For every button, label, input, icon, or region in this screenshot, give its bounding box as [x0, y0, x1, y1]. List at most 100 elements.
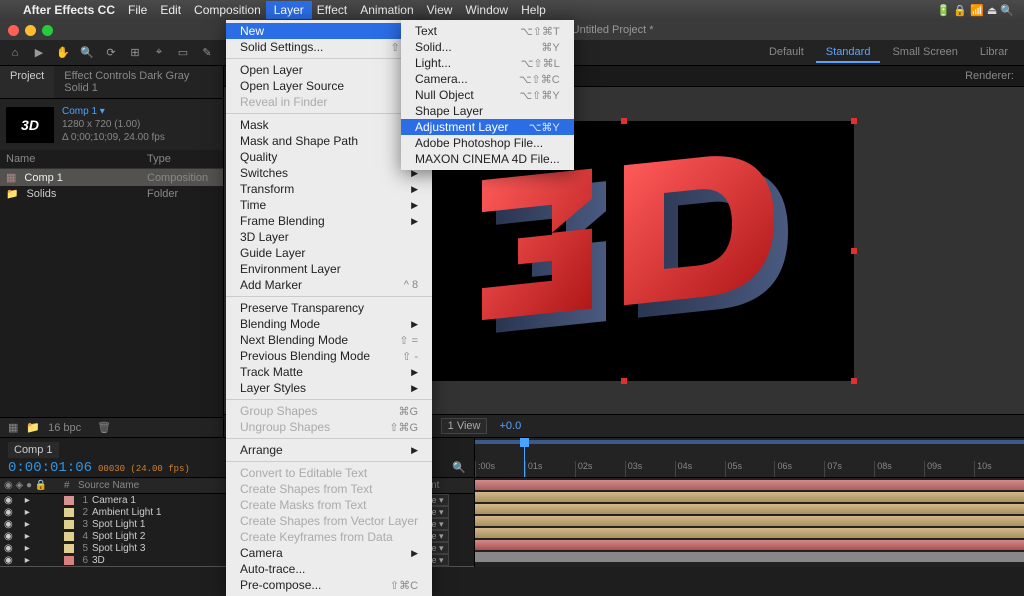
time-ruler[interactable]: :00s01s02s03s04s05s06s07s08s09s10s — [475, 438, 1024, 477]
menu-edit[interactable]: Edit — [160, 3, 181, 17]
comp-thumbnail: 3D — [6, 107, 54, 143]
menu-item[interactable]: Layer Styles▶ — [226, 380, 432, 396]
menu-item[interactable]: Preserve Transparency — [226, 300, 432, 316]
anchor-tool-icon[interactable]: ⌖ — [150, 44, 168, 62]
menu-window[interactable]: Window — [465, 3, 508, 17]
menu-item: Group Shapes⌘G — [226, 403, 432, 419]
menu-item[interactable]: Camera...⌥⇧⌘C — [401, 71, 574, 87]
menu-item: Create Keyframes from Data — [226, 529, 432, 545]
menu-item: Convert to Editable Text — [226, 465, 432, 481]
menu-item[interactable]: Blending Mode▶ — [226, 316, 432, 332]
menu-item[interactable]: Null Object⌥⇧⌘Y — [401, 87, 574, 103]
new-comp-icon[interactable]: ▦ — [8, 421, 18, 434]
comp-name[interactable]: Comp 1 ▾ — [62, 105, 165, 118]
mac-menubar: After Effects CC File Edit Composition L… — [0, 0, 1024, 20]
selection-handle[interactable] — [851, 248, 857, 254]
menu-composition[interactable]: Composition — [194, 3, 261, 17]
comp-duration: Δ 0;00;10;09, 24.00 fps — [62, 131, 165, 144]
menu-item[interactable]: Light...⌥⇧⌘L — [401, 55, 574, 71]
project-item[interactable]: Comp 1Composition — [0, 169, 223, 186]
layer-bar[interactable] — [475, 504, 1024, 514]
menu-layer[interactable]: Layer — [266, 1, 312, 19]
search-icon[interactable]: 🔍 — [452, 461, 466, 474]
project-item[interactable]: SolidsFolder — [0, 186, 223, 202]
workspace-tabs: Default Standard Small Screen Librar — [759, 43, 1018, 63]
menu-item: Ungroup Shapes⇧⌘G — [226, 419, 432, 435]
layer-bar[interactable] — [475, 492, 1024, 502]
menu-item[interactable]: Time▶ — [226, 197, 432, 213]
menu-item[interactable]: Arrange▶ — [226, 442, 432, 458]
menu-animation[interactable]: Animation — [360, 3, 413, 17]
exposure-indicator[interactable]: +0.0 — [499, 420, 521, 432]
menu-item[interactable]: 3D Layer — [226, 229, 432, 245]
menu-item: Create Shapes from Text — [226, 481, 432, 497]
close-icon[interactable] — [8, 25, 19, 36]
timeline-panel: Comp 1 0:00:01:06 00030 (24.00 fps) 🔍 :0… — [0, 437, 1024, 567]
layer-bar[interactable] — [475, 480, 1024, 490]
menu-item[interactable]: Text⌥⇧⌘T — [401, 23, 574, 39]
workspace-libraries[interactable]: Librar — [970, 43, 1018, 63]
menu-item[interactable]: Adobe Photoshop File... — [401, 135, 574, 151]
workspace-standard[interactable]: Standard — [816, 43, 881, 63]
menu-view[interactable]: View — [427, 3, 453, 17]
maximize-icon[interactable] — [42, 25, 53, 36]
layer-bar[interactable] — [475, 528, 1024, 538]
menu-item[interactable]: Shape Layer — [401, 103, 574, 119]
layer-bar[interactable] — [475, 516, 1024, 526]
layer-bar[interactable] — [475, 552, 1024, 562]
selection-tool-icon[interactable]: ▶ — [30, 44, 48, 62]
menu-item[interactable]: Add Marker^ 8 — [226, 277, 432, 293]
workspace-small-screen[interactable]: Small Screen — [882, 43, 967, 63]
minimize-icon[interactable] — [25, 25, 36, 36]
views-dropdown[interactable]: 1 View — [441, 418, 488, 434]
zoom-tool-icon[interactable]: 🔍 — [78, 44, 96, 62]
menu-item[interactable]: Track Matte▶ — [226, 364, 432, 380]
menu-item: Create Shapes from Vector Layer — [226, 513, 432, 529]
menu-item[interactable]: Next Blending Mode⇧ = — [226, 332, 432, 348]
col-name[interactable]: Name — [6, 153, 147, 165]
menu-item[interactable]: Adjustment Layer⌥⌘Y — [401, 119, 574, 135]
menu-effect[interactable]: Effect — [317, 3, 347, 17]
current-frame: 00030 (24.00 fps) — [98, 464, 190, 474]
rotate-tool-icon[interactable]: ⟳ — [102, 44, 120, 62]
menu-item[interactable]: Solid...⌘Y — [401, 39, 574, 55]
current-timecode[interactable]: 0:00:01:06 — [8, 460, 92, 476]
camera-tool-icon[interactable]: ⊞ — [126, 44, 144, 62]
selection-handle[interactable] — [851, 118, 857, 124]
timeline-comp-tab[interactable]: Comp 1 — [8, 442, 59, 458]
shape-tool-icon[interactable]: ▭ — [174, 44, 192, 62]
layer-bar[interactable] — [475, 540, 1024, 550]
trash-icon[interactable]: 🗑 — [97, 421, 111, 434]
home-icon[interactable]: ⌂ — [6, 44, 24, 62]
selection-handle[interactable] — [621, 118, 627, 124]
workspace-default[interactable]: Default — [759, 43, 814, 63]
tab-project[interactable]: Project — [0, 66, 54, 98]
menu-item[interactable]: Previous Blending Mode⇧ - — [226, 348, 432, 364]
menu-item[interactable]: Guide Layer — [226, 245, 432, 261]
comp-resolution: 1280 x 720 (1.00) — [62, 118, 165, 131]
menu-item[interactable]: MAXON CINEMA 4D File... — [401, 151, 574, 167]
selection-handle[interactable] — [851, 378, 857, 384]
menu-item[interactable]: Auto-trace... — [226, 561, 432, 577]
menu-item: Create Masks from Text — [226, 497, 432, 513]
renderer-label: Renderer: — [965, 70, 1014, 82]
hand-tool-icon[interactable]: ✋ — [54, 44, 72, 62]
menu-item[interactable]: Camera▶ — [226, 545, 432, 561]
menu-item[interactable]: Frame Blending▶ — [226, 213, 432, 229]
selection-handle[interactable] — [621, 378, 627, 384]
menu-item[interactable]: Pre-compose...⇧⌘C — [226, 577, 432, 593]
playhead[interactable] — [524, 438, 525, 477]
menu-file[interactable]: File — [128, 3, 147, 17]
menubar-status-icons: 🔋 🔒 📶 ⏏ 🔍 — [937, 4, 1014, 17]
tab-effect-controls[interactable]: Effect Controls Dark Gray Solid 1 — [54, 66, 223, 98]
menu-help[interactable]: Help — [521, 3, 546, 17]
menu-item[interactable]: Transform▶ — [226, 181, 432, 197]
menu-item[interactable]: Environment Layer — [226, 261, 432, 277]
3d-text-render — [444, 151, 804, 351]
pen-tool-icon[interactable]: ✎ — [198, 44, 216, 62]
col-type[interactable]: Type — [147, 153, 217, 165]
app-name[interactable]: After Effects CC — [23, 3, 115, 17]
bpc-indicator[interactable]: 16 bpc — [48, 422, 81, 434]
layer-new-submenu[interactable]: Text⌥⇧⌘TSolid...⌘YLight...⌥⇧⌘LCamera...⌥… — [401, 20, 574, 170]
new-folder-icon[interactable]: 📁 — [26, 421, 40, 434]
